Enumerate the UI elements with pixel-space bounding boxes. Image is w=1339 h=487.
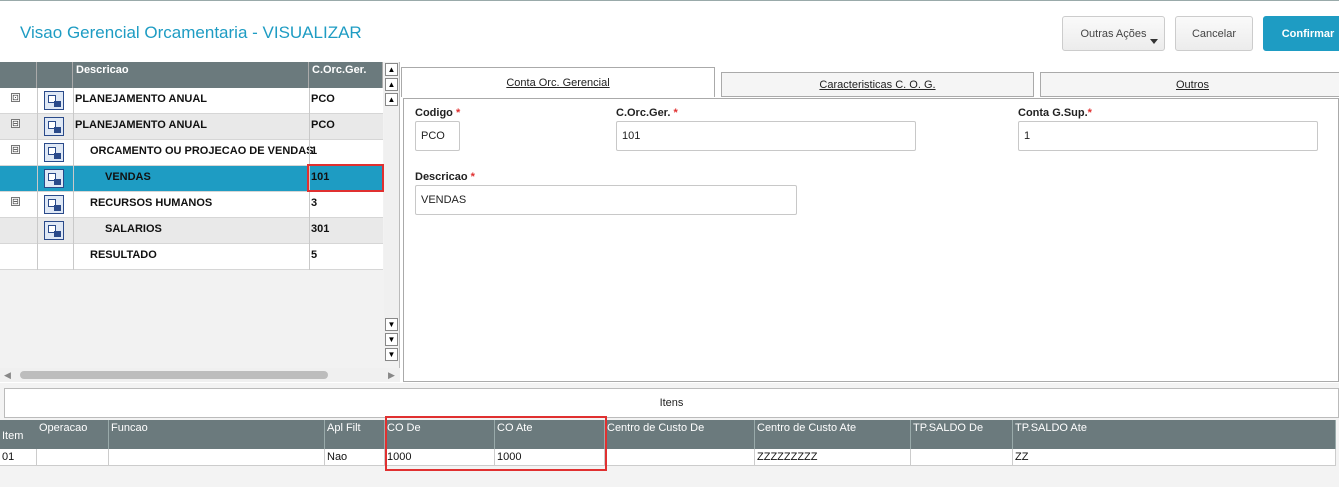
col-centro-custo-de[interactable]: Centro de Custo De xyxy=(605,420,755,449)
tree-row-desc: ORCAMENTO OU PROJECAO DE VENDAS xyxy=(90,145,314,157)
descricao-label: Descricao * xyxy=(415,171,475,183)
conta-gsup-label: Conta G.Sup.* xyxy=(1018,107,1092,119)
scroll-up-icon[interactable]: ▲ xyxy=(385,93,398,106)
tree-row[interactable]: ⊟ PLANEJAMENTO ANUAL PCO xyxy=(0,114,383,140)
tree-grid: Descricao C.Orc.Ger. ⊡ PLANEJAMENTO ANUA… xyxy=(0,62,400,382)
tree-row-desc: PLANEJAMENTO ANUAL xyxy=(75,93,208,105)
col-tp-saldo-ate[interactable]: TP.SALDO Ate xyxy=(1013,420,1336,449)
collapse-icon[interactable]: ⊟ xyxy=(11,145,20,154)
cell-tp-saldo-ate: ZZ xyxy=(1013,449,1336,466)
tree-header-expander xyxy=(0,62,37,88)
tree-row-desc: RESULTADO xyxy=(90,249,157,261)
codigo-label: Codigo * xyxy=(415,107,461,119)
scroll-top-icon[interactable]: ▲ xyxy=(385,63,398,76)
items-grid-header: Item Operacao Funcao Apl Filt CO De CO A… xyxy=(0,420,1336,449)
account-node-icon xyxy=(44,117,64,136)
tree-row-code: 5 xyxy=(311,249,318,261)
tree-row-code: PCO xyxy=(311,93,335,105)
account-node-icon xyxy=(44,143,64,162)
cancel-button[interactable]: Cancelar xyxy=(1175,16,1253,51)
tab-label: Outros xyxy=(1175,78,1209,91)
scroll-page-up-icon[interactable]: ▲ xyxy=(385,78,398,91)
codigo-field[interactable] xyxy=(415,121,460,151)
cell-centro-custo-ate: ZZZZZZZZZ xyxy=(755,449,911,466)
cell-item: 01 xyxy=(0,449,37,466)
tab-label: Caracteristicas C. O. G. xyxy=(819,78,936,91)
other-actions-button[interactable]: Outras Ações xyxy=(1062,16,1165,51)
tree-row-desc: PLANEJAMENTO ANUAL xyxy=(75,119,208,131)
tree-row-code: 101 xyxy=(311,171,330,183)
col-apl-filt[interactable]: Apl Filt xyxy=(325,420,385,449)
tree-row-desc: SALARIOS xyxy=(105,223,162,235)
cell-apl-filt: Nao xyxy=(325,449,385,466)
corcger-field[interactable] xyxy=(616,121,916,151)
cell-co-ate: 1000 xyxy=(495,449,605,466)
account-node-icon xyxy=(44,169,64,188)
tree-row-code: 301 xyxy=(311,223,330,235)
conta-gsup-field[interactable] xyxy=(1018,121,1318,151)
tree-row[interactable]: RESULTADO 5 xyxy=(0,244,383,270)
tree-row[interactable]: ⊟ ORCAMENTO OU PROJECAO DE VENDAS 1 xyxy=(0,140,383,166)
tab-caracteristicas[interactable]: Caracteristicas C. O. G. xyxy=(721,72,1034,97)
scroll-down-icon[interactable]: ▼ xyxy=(385,318,398,331)
col-co-de[interactable]: CO De xyxy=(385,420,495,449)
collapse-icon[interactable]: ⊡ xyxy=(11,93,20,102)
header-bar: Visao Gerencial Orcamentaria - VISUALIZA… xyxy=(0,0,1339,62)
descricao-field[interactable] xyxy=(415,185,797,215)
tree-row-selected[interactable]: VENDAS 101 xyxy=(0,166,383,192)
detail-panel: Conta Orc. Gerencial Caracteristicas C. … xyxy=(401,62,1339,382)
collapse-icon[interactable]: ⊟ xyxy=(11,119,20,128)
tree-row-desc: VENDAS xyxy=(105,171,151,183)
tree-header-icon xyxy=(37,62,73,88)
items-section: Itens Item Operacao Funcao Apl Filt CO D… xyxy=(0,383,1339,487)
cell-co-de: 1000 xyxy=(385,449,495,466)
scroll-page-down-icon[interactable]: ▼ xyxy=(385,333,398,346)
account-node-icon xyxy=(44,91,64,110)
tab-label: Conta Orc. Gerencial xyxy=(506,76,610,89)
col-centro-custo-ate[interactable]: Centro de Custo Ate xyxy=(755,420,911,449)
tree-vertical-scrollbar[interactable]: ▲ ▲ ▲ ▼ ▼ ▼ xyxy=(384,62,399,362)
tree-row-code: 3 xyxy=(311,197,318,209)
tab-conta-orc-gerencial[interactable]: Conta Orc. Gerencial xyxy=(401,67,715,97)
cell-funcao xyxy=(109,449,325,466)
page-title: Visao Gerencial Orcamentaria - VISUALIZA… xyxy=(20,23,362,42)
table-row[interactable]: 01 Nao 1000 1000 ZZZZZZZZZ ZZ xyxy=(0,449,1336,466)
col-operacao[interactable]: Operacao xyxy=(37,420,109,449)
other-actions-label: Outras Ações xyxy=(1080,27,1147,40)
tree-row-code: PCO xyxy=(311,119,335,131)
confirm-button[interactable]: Confirmar xyxy=(1263,16,1339,51)
scroll-bottom-icon[interactable]: ▼ xyxy=(385,348,398,361)
col-funcao[interactable]: Funcao xyxy=(109,420,325,449)
tree-row-code: 1 xyxy=(311,145,318,157)
cell-centro-custo-de xyxy=(605,449,755,466)
detail-form: Codigo * C.Orc.Ger. * Conta G.Sup.* Desc… xyxy=(403,98,1339,382)
tree-horizontal-scrollbar[interactable]: ◀ ▶ xyxy=(0,368,400,382)
tree-header: Descricao C.Orc.Ger. xyxy=(0,62,383,88)
tree-row[interactable]: SALARIOS 301 xyxy=(0,218,383,244)
tree-row-desc: RECURSOS HUMANOS xyxy=(90,197,213,209)
scroll-left-icon[interactable]: ◀ xyxy=(4,370,11,381)
scroll-right-icon[interactable]: ▶ xyxy=(388,370,395,381)
cell-tp-saldo-de xyxy=(911,449,1013,466)
account-node-icon xyxy=(44,195,64,214)
tree-header-code[interactable]: C.Orc.Ger. xyxy=(309,62,383,88)
items-title: Itens xyxy=(4,388,1339,418)
collapse-icon[interactable]: ⊟ xyxy=(11,197,20,206)
tree-header-descricao[interactable]: Descricao xyxy=(73,62,309,88)
col-tp-saldo-de[interactable]: TP.SALDO De xyxy=(911,420,1013,449)
cell-operacao xyxy=(37,449,109,466)
corcger-label: C.Orc.Ger. * xyxy=(616,107,678,119)
scroll-thumb[interactable] xyxy=(20,371,328,379)
tree-row[interactable]: ⊟ RECURSOS HUMANOS 3 xyxy=(0,192,383,218)
col-co-ate[interactable]: CO Ate xyxy=(495,420,605,449)
tab-outros[interactable]: Outros xyxy=(1040,72,1339,97)
tree-row[interactable]: ⊡ PLANEJAMENTO ANUAL PCO xyxy=(0,88,383,114)
caret-down-icon xyxy=(1150,39,1158,44)
account-node-icon xyxy=(44,221,64,240)
